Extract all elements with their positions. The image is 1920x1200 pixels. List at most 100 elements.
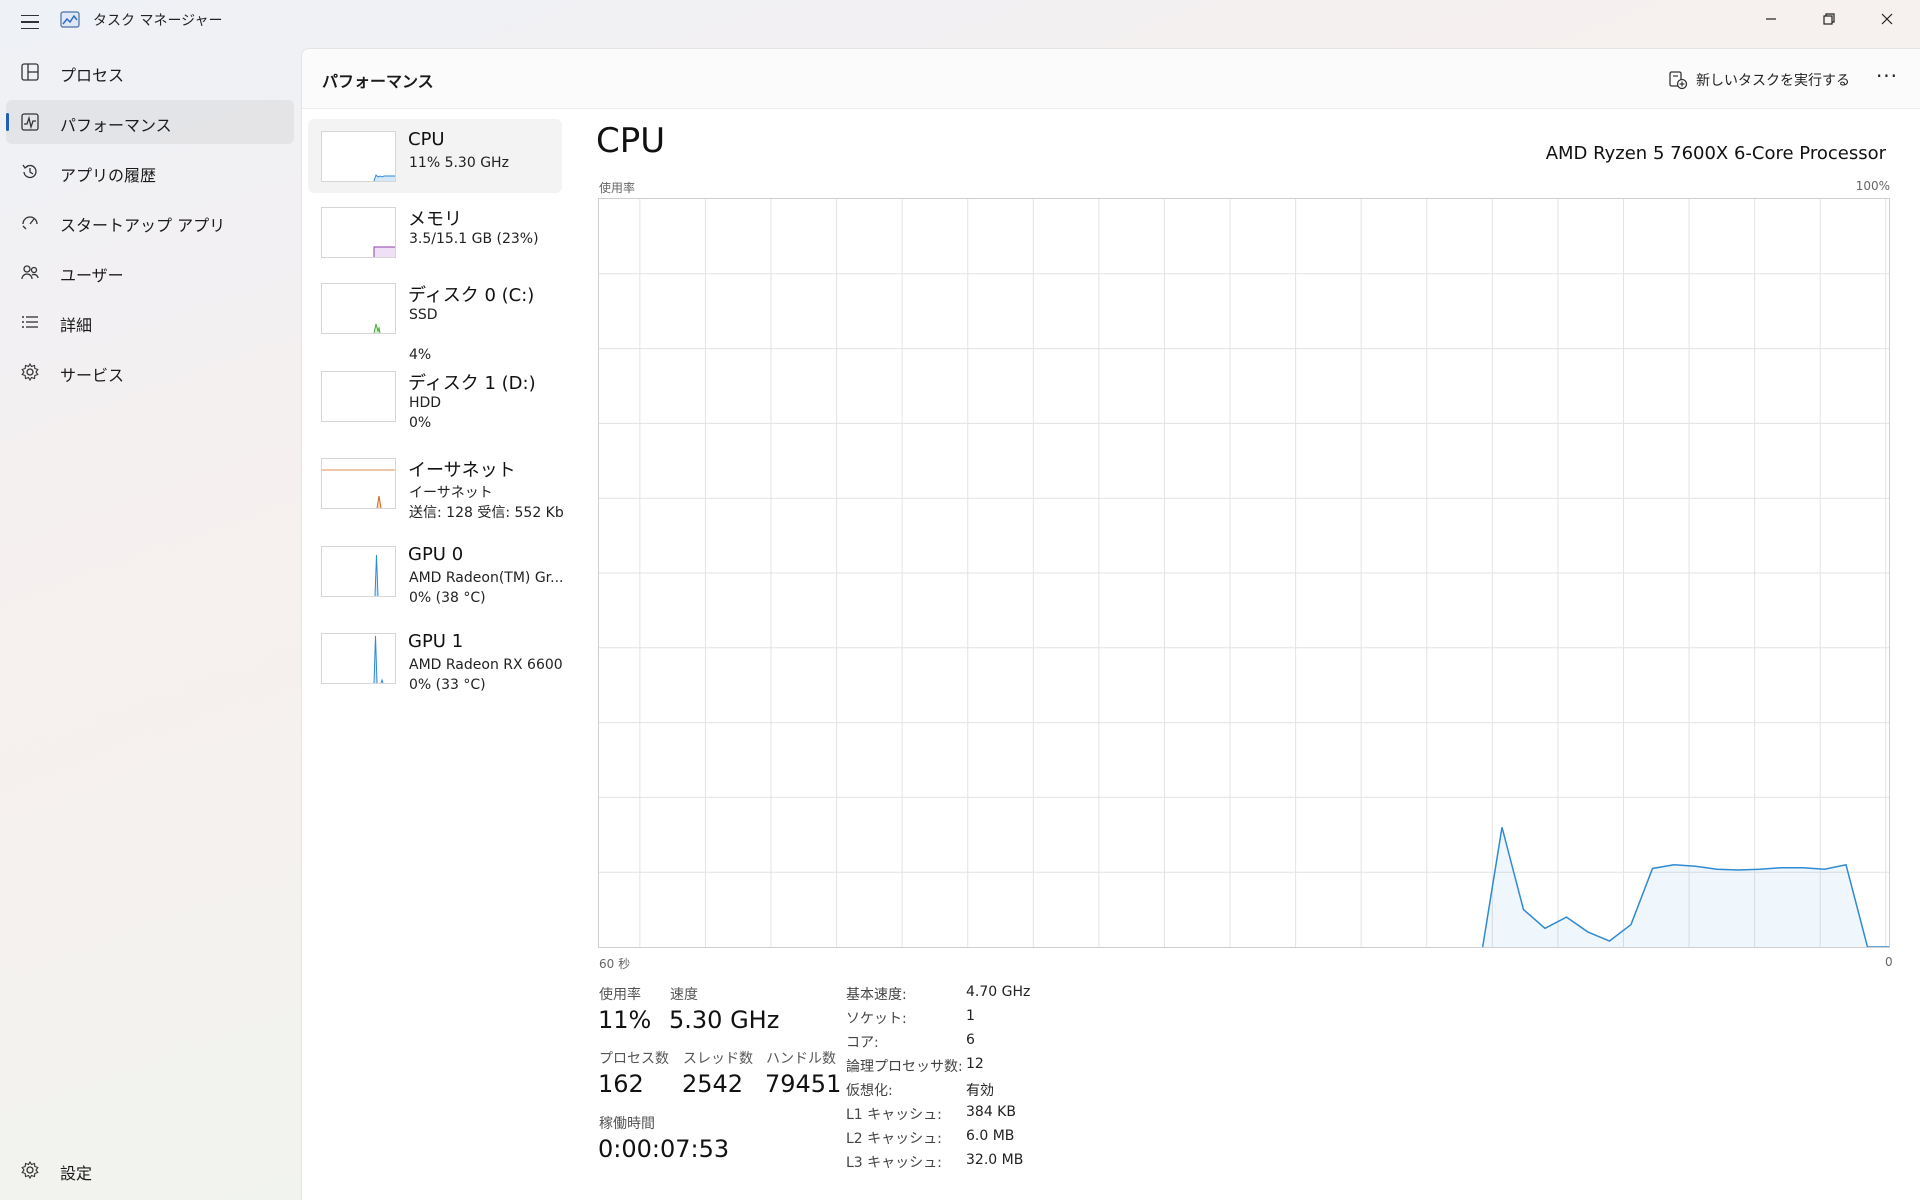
cpu-thumbnail-graph [321, 131, 396, 182]
detail-title: CPU [596, 121, 666, 161]
gpu1-thumbnail-graph [321, 633, 396, 684]
sidebar-item-app-history[interactable]: アプリの履歴 [6, 150, 294, 194]
spec-label: 論理プロセッサ数: [846, 1059, 963, 1075]
restore-button[interactable] [1800, 0, 1858, 38]
sidebar-item-label: ユーザー [60, 266, 124, 285]
device-usage: 0% (33 °C) [409, 677, 486, 693]
users-icon [20, 262, 40, 282]
device-name: ディスク 1 (D:) [408, 373, 536, 394]
spec-label: L3 キャッシュ: [846, 1155, 942, 1171]
device-usage: 0% (38 °C) [409, 590, 486, 606]
sidebar-item-processes[interactable]: プロセス [6, 50, 294, 94]
sidebar-item-startup-apps[interactable]: スタートアップ アプリ [6, 200, 294, 244]
device-name: イーサネット [408, 460, 516, 481]
sidebar-nav: プロセス パフォーマンス アプリの履歴 スタートアップ アプリ ユーザー 詳細 … [0, 50, 300, 1200]
threads-stat-label: スレッド数 [683, 1051, 753, 1067]
sidebar-item-label: 詳細 [60, 316, 93, 335]
sidebar-item-settings[interactable]: 設定 [6, 1148, 294, 1192]
spec-label: コア: [846, 1035, 879, 1051]
device-type: HDD [409, 395, 442, 411]
speed-stat-label: 速度 [670, 987, 698, 1003]
services-icon [20, 362, 40, 382]
history-icon [20, 162, 40, 182]
disk0-thumbnail-graph [321, 283, 396, 334]
uptime-stat-label: 稼働時間 [599, 1116, 655, 1132]
details-icon [20, 312, 40, 332]
y-axis-label: 使用率 [599, 181, 636, 195]
disk1-thumbnail-graph [321, 371, 396, 422]
sidebar-item-label: プロセス [60, 66, 125, 85]
processes-icon [20, 62, 40, 82]
threads-stat-value: 2542 [682, 1070, 744, 1098]
restore-icon [1823, 13, 1835, 25]
page-header: パフォーマンス 新しいタスクを実行する ··· [302, 49, 1920, 109]
run-new-task-button[interactable]: 新しいタスクを実行する [1668, 65, 1850, 95]
window-title: タスク マネージャー [93, 13, 223, 29]
sidebar-item-details[interactable]: 詳細 [6, 300, 294, 344]
spec-value: 6 [966, 1032, 975, 1048]
sidebar-item-label: アプリの履歴 [60, 166, 157, 185]
gpu0-thumbnail-graph [321, 546, 396, 597]
device-usage: 0% [409, 415, 432, 431]
cpu-usage-area [1482, 827, 1889, 947]
spec-value: 32.0 MB [966, 1152, 1024, 1168]
device-detail: 11% 5.30 GHz [409, 155, 509, 171]
spec-value: 4.70 GHz [966, 984, 1031, 1000]
hamburger-menu-icon[interactable] [14, 6, 46, 38]
processor-name: AMD Ryzen 5 7600X 6-Core Processor [1545, 143, 1886, 164]
sidebar-item-services[interactable]: サービス [6, 350, 294, 394]
usage-stat-value: 11% [598, 1006, 652, 1034]
device-item-cpu[interactable]: CPU 11% 5.30 GHz [308, 119, 562, 193]
device-name: CPU [408, 129, 445, 150]
x-axis-right-label: 0 [1885, 955, 1893, 969]
sidebar-item-label: サービス [60, 366, 125, 385]
device-detail: 3.5/15.1 GB (23%) [409, 231, 539, 247]
device-name: メモリ [408, 209, 462, 230]
device-type: SSD [409, 307, 438, 323]
new-task-icon [1669, 71, 1688, 90]
sidebar-item-performance[interactable]: パフォーマンス [6, 100, 294, 144]
device-item-gpu-1[interactable]: GPU 1 AMD Radeon RX 6600 0% (33 °C) [308, 621, 563, 695]
device-name: GPU 0 [408, 544, 464, 565]
device-detail: イーサネット [409, 485, 493, 501]
ethernet-thumbnail-graph [321, 458, 396, 509]
spec-value: 1 [966, 1008, 975, 1024]
device-name: GPU 1 [408, 631, 464, 652]
performance-icon [20, 112, 40, 132]
spec-value: 12 [966, 1056, 984, 1072]
sidebar-item-users[interactable]: ユーザー [6, 250, 294, 294]
processes-stat-value: 162 [598, 1070, 644, 1098]
processes-stat-label: プロセス数 [599, 1051, 669, 1067]
minimize-icon [1766, 18, 1776, 20]
close-button[interactable] [1858, 0, 1916, 38]
device-model: AMD Radeon RX 6600 [409, 657, 563, 673]
uptime-stat-value: 0:00:07:53 [598, 1135, 730, 1163]
device-item-gpu-0[interactable]: GPU 0 AMD Radeon(TM) Gr... 0% (38 °C) [308, 534, 564, 608]
sidebar-item-label: スタートアップ アプリ [60, 216, 226, 235]
device-item-memory[interactable]: メモリ 3.5/15.1 GB (23%) [308, 195, 562, 269]
device-item-disk-0[interactable]: ディスク 0 (C:) SSD 4% [308, 271, 562, 363]
title-bar: タスク マネージャー [0, 0, 1920, 44]
cpu-usage-chart-svg [599, 199, 1889, 947]
device-item-disk-1[interactable]: ディスク 1 (D:) HDD 0% [308, 359, 562, 433]
minimize-button[interactable] [1742, 0, 1800, 38]
more-options-button[interactable]: ··· [1872, 65, 1902, 95]
usage-stat-label: 使用率 [599, 987, 641, 1003]
speed-stat-value: 5.30 GHz [669, 1006, 780, 1034]
memory-thumbnail-graph [321, 207, 396, 258]
y-axis-max-label: 100% [1855, 179, 1890, 193]
spec-label: L2 キャッシュ: [846, 1131, 942, 1147]
device-throughput: 送信: 128 受信: 552 Kbps [409, 505, 565, 521]
page-title: パフォーマンス [322, 72, 434, 91]
cpu-usage-chart [598, 198, 1890, 948]
device-name: ディスク 0 (C:) [408, 285, 535, 306]
spec-value: 6.0 MB [966, 1128, 1015, 1144]
spec-label: L1 キャッシュ: [846, 1107, 942, 1123]
handles-stat-value: 79451 [765, 1070, 842, 1098]
device-item-ethernet[interactable]: イーサネット イーサネット 送信: 128 受信: 552 Kbps [308, 446, 565, 521]
device-model: AMD Radeon(TM) Gr... [409, 570, 564, 586]
spec-label: ソケット: [846, 1011, 907, 1027]
handles-stat-label: ハンドル数 [766, 1051, 836, 1067]
spec-value: 有効 [966, 1083, 994, 1099]
task-manager-app-icon [60, 11, 80, 28]
